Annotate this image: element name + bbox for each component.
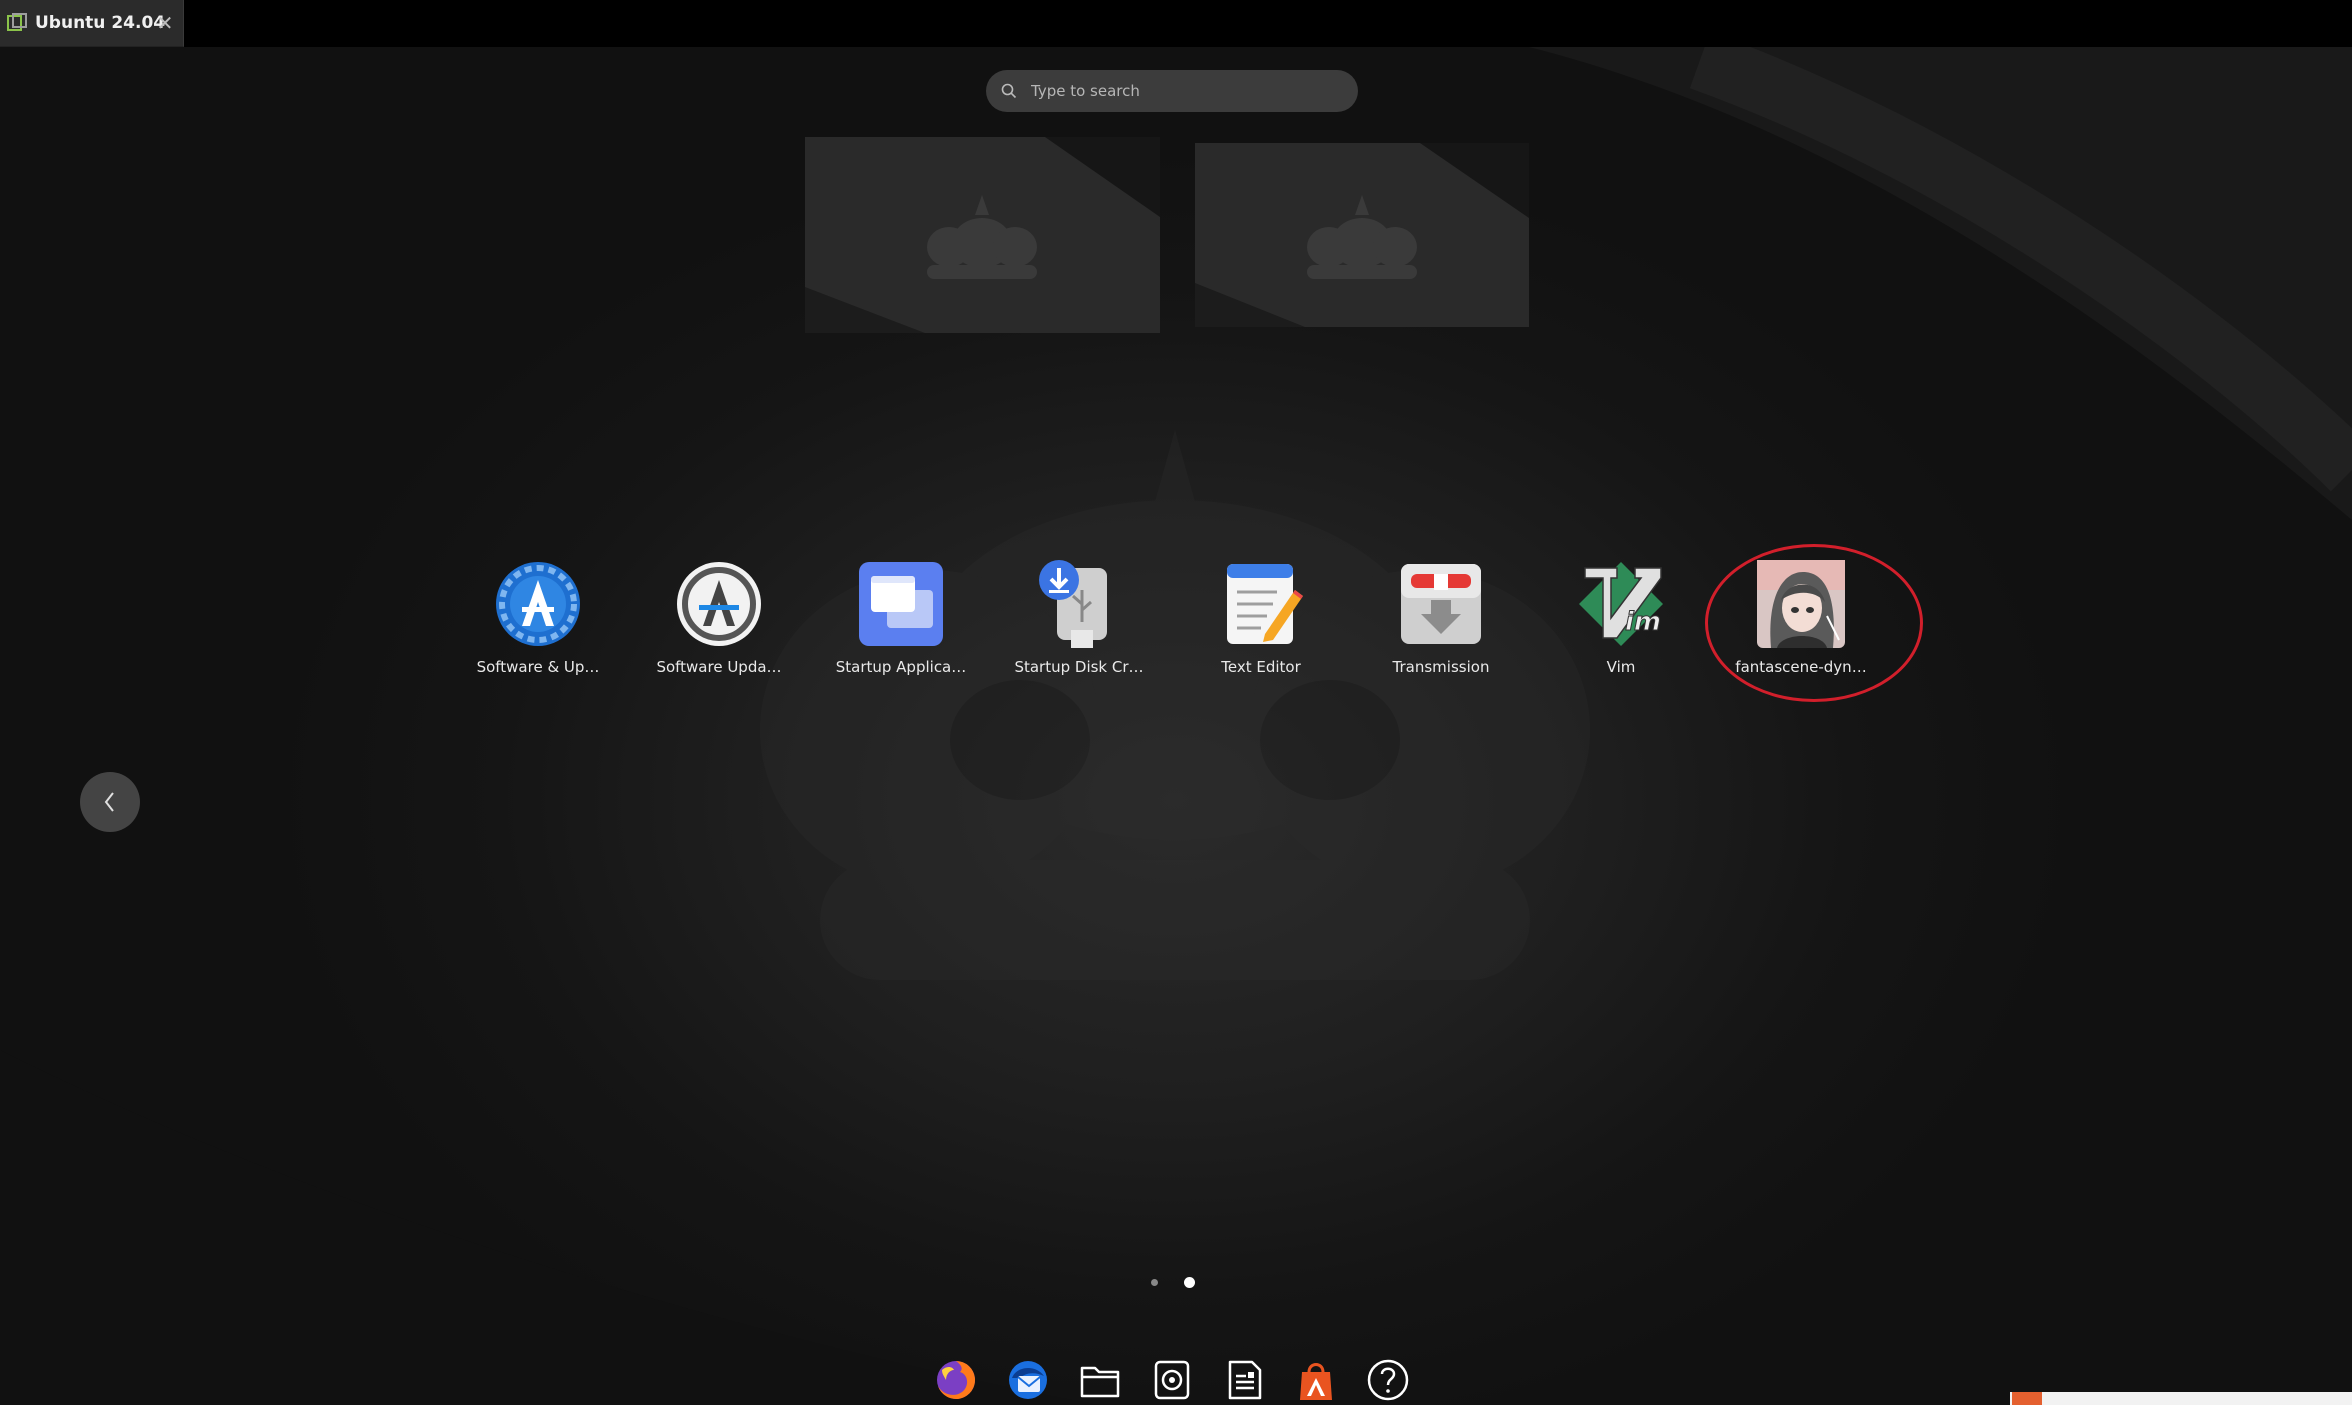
app-label: Software Upda… (656, 658, 782, 676)
usb-creator-icon (1039, 560, 1107, 648)
software-updater-icon (677, 562, 761, 646)
app-label: Startup Applica… (835, 658, 967, 676)
text-editor-icon (1227, 564, 1303, 644)
dock-rhythmbox[interactable] (1150, 1358, 1194, 1402)
partial-window-accent (2012, 1392, 2042, 1405)
highlight-ring (1705, 544, 1923, 702)
app-label: Vim (1606, 658, 1636, 676)
dock-firefox[interactable] (934, 1358, 978, 1402)
help-icon (1367, 1359, 1409, 1401)
workspace-thumbnail-2[interactable] (1195, 143, 1529, 327)
dock-writer[interactable] (1222, 1358, 1266, 1402)
software-properties-icon (496, 562, 580, 646)
document-icon (1228, 1360, 1262, 1400)
app-transmission[interactable]: Transmission (1361, 560, 1521, 690)
firefox-icon (937, 1361, 976, 1399)
thunderbird-icon (1009, 1361, 1047, 1399)
dock-help[interactable] (1366, 1358, 1410, 1402)
folder-icon (1080, 1366, 1120, 1398)
dock-app-center[interactable] (1294, 1358, 1338, 1402)
window-tab[interactable]: Ubuntu 24.04 ✕ (0, 0, 184, 47)
app-label: Transmission (1392, 658, 1490, 676)
page-indicator-2[interactable] (1184, 1277, 1195, 1288)
dock-thunderbird[interactable] (1006, 1358, 1050, 1402)
vim-icon: im (1579, 562, 1663, 646)
wallpaper-crown (760, 430, 1590, 980)
close-icon[interactable]: ✕ (155, 13, 175, 33)
music-player-icon (1154, 1360, 1190, 1400)
app-vim[interactable]: im Vim (1541, 560, 1701, 690)
partial-window (2010, 1392, 2352, 1405)
page-indicator-1[interactable] (1151, 1279, 1158, 1286)
previous-page-button[interactable] (80, 772, 140, 832)
app-label: Startup Disk Cr… (1014, 658, 1144, 676)
transmission-icon (1401, 564, 1481, 644)
window-tab-title: Ubuntu 24.04 (35, 13, 166, 33)
app-text-editor[interactable]: Text Editor (1181, 560, 1341, 690)
app-center-icon (1300, 1363, 1332, 1400)
app-label: Text Editor (1221, 658, 1301, 676)
app-label: Software & Up… (476, 658, 600, 676)
app-startup-applications[interactable]: Startup Applica… (821, 560, 981, 690)
svg-text:im: im (1625, 607, 1661, 637)
vm-icon (7, 13, 27, 31)
window-tab-bar: Ubuntu 24.04 ✕ (0, 0, 2352, 47)
search-input[interactable] (1029, 81, 1333, 101)
search-icon (1001, 83, 1017, 99)
dock-files[interactable] (1078, 1358, 1122, 1402)
app-software-properties[interactable]: Software & Up… (458, 560, 618, 690)
chevron-left-icon (104, 792, 114, 812)
app-software-updater[interactable]: Software Upda… (639, 560, 799, 690)
workspace-thumbnail-1[interactable] (805, 137, 1160, 333)
startup-applications-icon (859, 562, 943, 646)
app-startup-disk-creator[interactable]: Startup Disk Cr… (999, 560, 1159, 690)
search-bar[interactable] (986, 70, 1358, 112)
